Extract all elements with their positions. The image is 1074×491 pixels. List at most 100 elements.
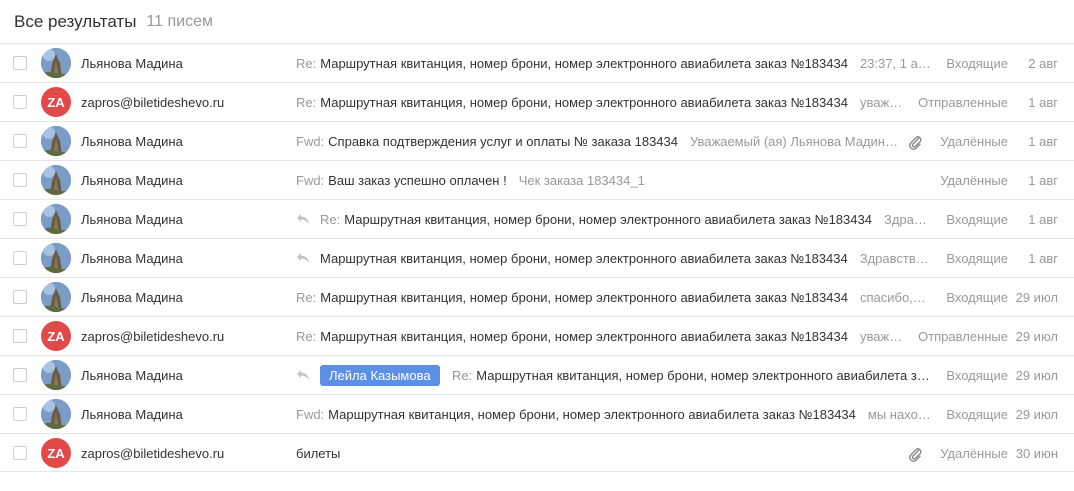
message-row[interactable]: Льянова Мадина Fwd: Маршрутная квитанция, … bbox=[0, 394, 1074, 433]
results-title: Все результаты bbox=[14, 11, 137, 31]
message-snippet: Здра… bbox=[883, 212, 927, 227]
message-row[interactable]: ZA zapros@biletideshevo.ru билеты Удалённые… bbox=[0, 433, 1074, 472]
sender-name: Льянова Мадина bbox=[81, 407, 183, 422]
message-snippet: мы нахо… bbox=[867, 407, 931, 422]
message-subject: Маршрутная квитанция, номер брони, номер… bbox=[476, 368, 930, 383]
sender-avatar bbox=[41, 165, 71, 195]
message-subject: Маршрутная квитанция, номер брони, номер… bbox=[320, 251, 848, 266]
subject-prefix: Re: bbox=[296, 56, 317, 71]
message-folder: Входящие bbox=[946, 368, 1008, 383]
message-checkbox[interactable] bbox=[13, 212, 27, 226]
subject-prefix: Re: bbox=[452, 368, 473, 383]
message-checkbox[interactable] bbox=[13, 173, 27, 187]
message-checkbox[interactable] bbox=[13, 329, 27, 343]
sender-name: Льянова Мадина bbox=[81, 290, 183, 305]
sender-avatar bbox=[41, 126, 71, 156]
message-row[interactable]: Льянова Мадина Fwd: Справка подтверждения … bbox=[0, 121, 1074, 160]
message-snippet: уваж… bbox=[859, 329, 903, 344]
message-checkbox[interactable] bbox=[13, 290, 27, 304]
message-row[interactable]: ZA zapros@biletideshevo.ru Re: Маршрутная к… bbox=[0, 82, 1074, 121]
message-subject-line[interactable]: Re: Маршрутная квитанция, номер брони, но… bbox=[296, 44, 935, 83]
sender-avatar: ZA bbox=[41, 438, 71, 468]
message-row[interactable]: Льянова Мадина Fwd: Ваш заказ успешно опла… bbox=[0, 160, 1074, 199]
message-checkbox[interactable] bbox=[13, 251, 27, 265]
message-folder: Удалённые bbox=[940, 173, 1008, 188]
message-checkbox[interactable] bbox=[13, 95, 27, 109]
message-subject-line[interactable]: Fwd: Маршрутная квитанция, номер брони, н… bbox=[296, 395, 935, 434]
message-row[interactable]: Льянова Мадина Re: Маршрутная квитанция, н… bbox=[0, 277, 1074, 316]
subject-prefix: Fwd: bbox=[296, 134, 325, 149]
message-row[interactable]: Льянова Мадина Re: Маршрутная квитанция, н… bbox=[0, 199, 1074, 238]
message-date: 2 авг bbox=[1028, 56, 1058, 71]
paperclip-icon bbox=[908, 446, 922, 462]
message-snippet: 23:37, 1 а… bbox=[859, 56, 931, 71]
message-subject-line[interactable]: Fwd: Ваш заказ успешно оплачен ! Чек заказ… bbox=[296, 161, 935, 200]
message-date: 29 июл bbox=[1015, 290, 1058, 305]
message-subject-line[interactable]: Re: Маршрутная квитанция, номер брони, но… bbox=[296, 83, 935, 122]
message-subject: Маршрутная квитанция, номер брони, номер… bbox=[328, 407, 856, 422]
sender-avatar bbox=[41, 204, 71, 234]
message-row[interactable]: Льянова Мадина Лейла Казымова Re: Маршрутна… bbox=[0, 355, 1074, 394]
message-date: 1 авг bbox=[1028, 173, 1058, 188]
subject-prefix: Re: bbox=[296, 329, 317, 344]
message-subject-line[interactable]: Fwd: Справка подтверждения услуг и оплаты… bbox=[296, 122, 900, 161]
reply-arrow-icon bbox=[296, 252, 310, 264]
sender-name: Льянова Мадина bbox=[81, 212, 183, 227]
message-date: 1 авг bbox=[1028, 134, 1058, 149]
message-date: 29 июл bbox=[1015, 329, 1058, 344]
message-row[interactable]: Льянова Мадина Маршрутная квитанция, номе… bbox=[0, 238, 1074, 277]
paperclip-icon bbox=[908, 134, 922, 150]
label-tag[interactable]: Лейла Казымова bbox=[320, 365, 440, 386]
message-date: 30 июн bbox=[1015, 446, 1058, 461]
message-checkbox[interactable] bbox=[13, 368, 27, 382]
message-subject-line[interactable]: Re: Маршрутная квитанция, номер брони, но… bbox=[320, 200, 935, 239]
message-folder: Входящие bbox=[946, 56, 1008, 71]
message-checkbox[interactable] bbox=[13, 407, 27, 421]
message-list: Льянова Мадина Re: Маршрутная квитанция, н… bbox=[0, 43, 1074, 472]
sender-name: Льянова Мадина bbox=[81, 134, 183, 149]
message-subject-line[interactable]: Re: Маршрутная квитанция, номер брони, но… bbox=[452, 356, 935, 395]
message-row[interactable]: Льянова Мадина Re: Маршрутная квитанция, н… bbox=[0, 43, 1074, 82]
sender-avatar: ZA bbox=[41, 321, 71, 351]
message-row[interactable]: ZA zapros@biletideshevo.ru Re: Маршрутная к… bbox=[0, 316, 1074, 355]
sender-avatar: ZA bbox=[41, 87, 71, 117]
message-subject: Маршрутная квитанция, номер брони, номер… bbox=[320, 56, 848, 71]
results-count: 11 писем bbox=[146, 12, 213, 30]
message-subject-line[interactable]: Re: Маршрутная квитанция, номер брони, но… bbox=[296, 278, 935, 317]
sender-name: zapros@biletideshevo.ru bbox=[81, 329, 225, 344]
sender-name: Льянова Мадина bbox=[81, 173, 183, 188]
sender-name: Льянова Мадина bbox=[81, 251, 183, 266]
message-date: 1 авг bbox=[1028, 212, 1058, 227]
sender-avatar bbox=[41, 360, 71, 390]
sender-name: Льянова Мадина bbox=[81, 56, 183, 71]
subject-prefix: Re: bbox=[296, 95, 317, 110]
message-subject: билеты bbox=[296, 446, 341, 461]
message-checkbox[interactable] bbox=[13, 134, 27, 148]
message-snippet: Уважаемый (ая) Льянова Мадин… bbox=[690, 134, 898, 149]
message-folder: Отправленные bbox=[918, 329, 1008, 344]
reply-arrow-icon bbox=[296, 369, 310, 381]
message-subject-line[interactable]: Маршрутная квитанция, номер брони, номер… bbox=[320, 239, 935, 278]
subject-prefix: Fwd: bbox=[296, 173, 325, 188]
sender-name: zapros@biletideshevo.ru bbox=[81, 446, 225, 461]
message-snippet: уваж… bbox=[859, 95, 903, 110]
message-subject-line[interactable]: билеты bbox=[296, 434, 900, 473]
message-folder: Отправленные bbox=[918, 95, 1008, 110]
message-subject: Справка подтверждения услуг и оплаты № з… bbox=[328, 134, 678, 149]
message-folder: Удалённые bbox=[940, 134, 1008, 149]
message-subject: Маршрутная квитанция, номер брони, номер… bbox=[320, 290, 848, 305]
message-subject: Ваш заказ успешно оплачен ! bbox=[328, 173, 507, 188]
message-checkbox[interactable] bbox=[13, 56, 27, 70]
message-snippet: Чек заказа 183434_1 bbox=[518, 173, 645, 188]
message-subject-line[interactable]: Re: Маршрутная квитанция, номер брони, но… bbox=[296, 317, 935, 356]
message-folder: Удалённые bbox=[940, 446, 1008, 461]
message-folder: Входящие bbox=[946, 290, 1008, 305]
message-folder: Входящие bbox=[946, 251, 1008, 266]
subject-prefix: Re: bbox=[296, 290, 317, 305]
message-subject: Маршрутная квитанция, номер брони, номер… bbox=[344, 212, 872, 227]
sender-avatar bbox=[41, 399, 71, 429]
message-date: 29 июл bbox=[1015, 407, 1058, 422]
subject-prefix: Re: bbox=[320, 212, 341, 227]
message-checkbox[interactable] bbox=[13, 446, 27, 460]
message-date: 1 авг bbox=[1028, 95, 1058, 110]
